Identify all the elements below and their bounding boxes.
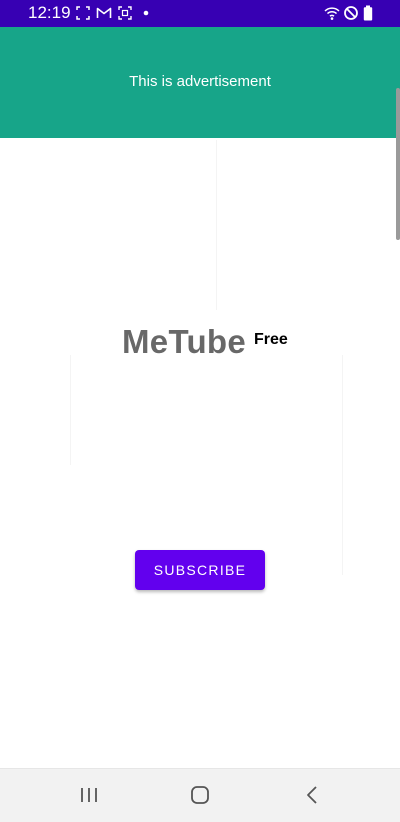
do-not-disturb-icon [344, 6, 358, 20]
back-icon [307, 786, 317, 804]
status-time: 12:19 [28, 3, 71, 22]
screenshot-frame-icon [76, 6, 90, 20]
gmail-icon [96, 7, 112, 18]
ad-banner[interactable]: This is advertisement [0, 27, 400, 138]
scrollbar-thumb[interactable] [396, 88, 400, 240]
app-title: MeTube [122, 323, 247, 360]
subscribe-button[interactable]: SUBSCRIBE [135, 550, 265, 590]
battery-icon [363, 5, 373, 21]
recent-apps-button[interactable] [77, 783, 101, 807]
ad-text: This is advertisement [129, 73, 271, 90]
navigation-bar [0, 768, 400, 822]
status-bar: 12:19 [0, 0, 400, 27]
free-badge: Free [254, 331, 288, 348]
home-icon [191, 786, 209, 804]
wifi-icon [324, 7, 340, 20]
background-line [342, 355, 343, 575]
status-right-icons [324, 5, 374, 21]
recent-apps-icon [81, 788, 97, 802]
screen-record-icon [118, 6, 132, 20]
back-button[interactable] [300, 783, 324, 807]
background-line [70, 355, 71, 465]
notification-dot-icon [143, 10, 149, 16]
background-line [216, 140, 217, 310]
home-button[interactable] [188, 783, 212, 807]
